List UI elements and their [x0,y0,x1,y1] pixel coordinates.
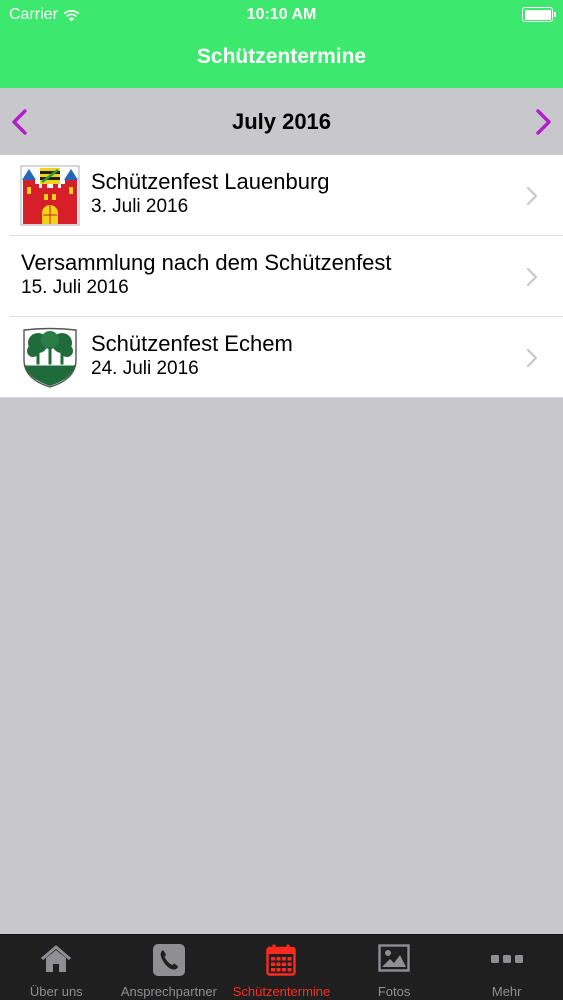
event-title: Schützenfest Echem [91,331,293,356]
event-date: 3. Juli 2016 [91,196,189,217]
lauenburg-crest-icon [20,165,80,226]
tab-label: Schützentermine [232,984,331,999]
event-row-echem[interactable]: Schützenfest Echem 24. Juli 2016 [0,317,563,398]
phone-icon [152,944,185,976]
calendar-icon [266,944,297,976]
event-title: Schützenfest Lauenburg [91,169,330,194]
disclosure-chevron-icon [526,186,538,206]
tab-label: Mehr [491,984,522,999]
disclosure-chevron-icon [526,267,538,287]
chevron-right-icon[interactable] [531,108,555,136]
event-date: 24. Juli 2016 [91,358,199,379]
month-selector: July 2016 [0,88,563,155]
event-text: Versammlung nach dem Schützenfest 15. Ju… [21,250,392,300]
event-date: 15. Juli 2016 [21,277,129,298]
event-title: Versammlung nach dem Schützenfest [21,250,392,275]
tab-fotos[interactable]: Fotos [338,935,451,1000]
tab-ansprechpartner[interactable]: Ansprechpartner [113,935,226,1000]
tab-schuetzentermine[interactable]: Schützentermine [225,935,338,1000]
month-title: July 2016 [231,109,332,134]
more-icon [490,955,523,963]
page-title: Schützentermine [196,45,367,68]
event-text: Schützenfest Lauenburg 3. Juli 2016 [91,169,330,219]
battery-icon [522,7,556,22]
echem-crest-icon [20,327,80,388]
event-row-lauenburg[interactable]: Schützenfest Lauenburg 3. Juli 2016 [0,155,563,236]
home-icon [41,945,72,972]
tab-label: Fotos [377,984,411,999]
navigation-header: Carrier 10:10 AM Schützentermine [0,0,563,88]
row-separator [0,397,563,398]
status-time: 10:10 AM [246,6,317,23]
event-list: Schützenfest Lauenburg 3. Juli 2016 Vers… [0,155,563,398]
tab-ueber-uns[interactable]: Über uns [0,935,113,1000]
tab-bar: Über uns Ansprechpartner Schützentermine [0,934,563,1000]
disclosure-chevron-icon [526,348,538,368]
status-bar: Carrier 10:10 AM [0,0,563,30]
tab-label: Ansprechpartner [120,984,217,999]
event-text: Schützenfest Echem 24. Juli 2016 [91,331,293,381]
event-row-versammlung[interactable]: Versammlung nach dem Schützenfest 15. Ju… [0,236,563,317]
tab-mehr[interactable]: Mehr [450,935,563,1000]
tab-label: Über uns [29,984,83,999]
photo-icon [378,944,410,972]
